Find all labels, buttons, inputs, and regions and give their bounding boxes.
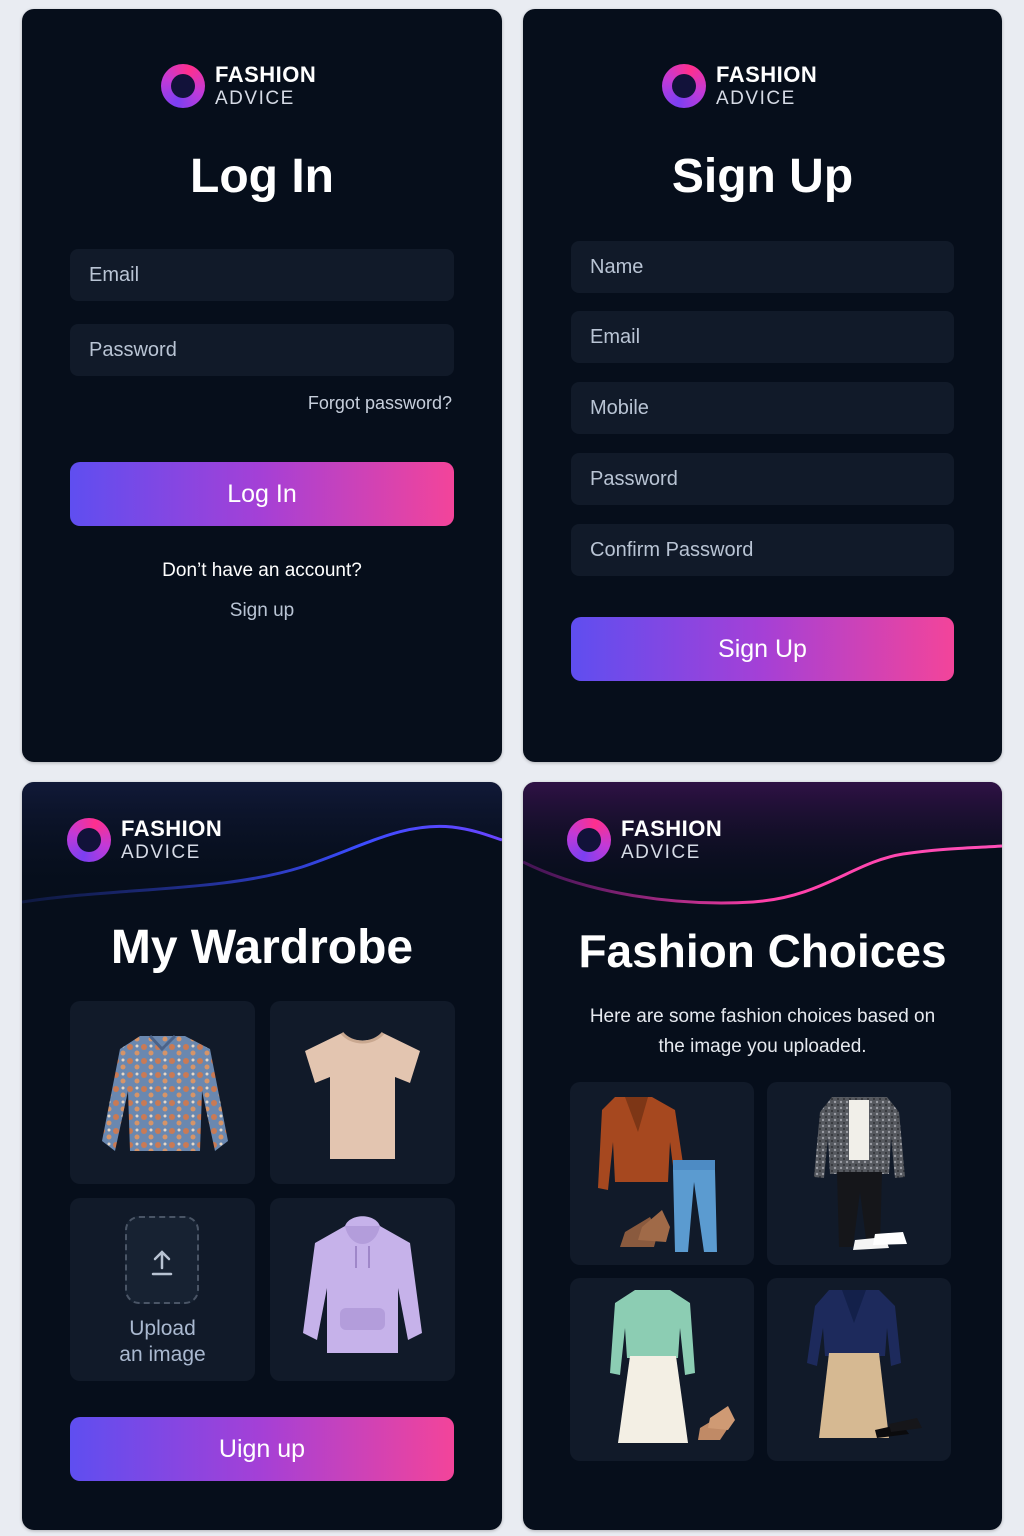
name-input[interactable]: Name	[571, 241, 954, 293]
beige-tshirt-image	[305, 1031, 420, 1159]
brand-line2: ADVICE	[716, 88, 796, 109]
fashion-choices-screen: FASHION ADVICE Fashion Choices Here are …	[523, 782, 1002, 1530]
choices-subtitle-line1: Here are some fashion choices based on	[589, 1006, 936, 1027]
logo-ring-icon	[161, 64, 205, 108]
choices-subtitle-line2: the image you uploaded.	[658, 1036, 867, 1057]
password-input[interactable]: Password	[571, 453, 954, 505]
password-input[interactable]: Password	[70, 324, 454, 376]
brand-line1: FASHION	[621, 816, 723, 841]
outfit-card-1[interactable]	[570, 1082, 754, 1265]
choices-title: Fashion Choices	[578, 925, 947, 977]
logo-ring-icon	[567, 818, 611, 862]
brand-line2: ADVICE	[215, 88, 295, 109]
floral-blouse-image	[102, 1034, 228, 1151]
brand-logo: FASHION ADVICE	[662, 64, 817, 108]
lavender-hoodie-image	[303, 1216, 422, 1353]
logo-ring-icon	[67, 818, 111, 862]
login-button[interactable]: Log In	[70, 462, 454, 526]
logo-ring-icon	[662, 64, 706, 108]
brand-line1: FASHION	[121, 816, 223, 841]
wardrobe-button[interactable]: Uign up	[70, 1417, 454, 1481]
upload-label-line1: Upload	[129, 1317, 196, 1340]
wardrobe-item-lavender-hoodie[interactable]	[270, 1198, 455, 1381]
signup-button[interactable]: Sign Up	[571, 617, 954, 681]
forgot-password-link[interactable]: Forgot password?	[308, 393, 452, 414]
brand-logo: FASHION ADVICE	[67, 818, 222, 862]
login-title: Log In	[190, 150, 334, 203]
brand-line2: ADVICE	[621, 842, 701, 863]
upload-icon-box	[125, 1216, 199, 1304]
signup-screen: FASHION ADVICE Sign Up Name Email Mobile…	[523, 9, 1002, 762]
brand-logo: FASHION ADVICE	[567, 818, 722, 862]
signup-link[interactable]: Sign up	[22, 600, 502, 622]
brand-line1: FASHION	[716, 62, 818, 87]
login-screen: FASHION ADVICE Log In Email Password For…	[22, 9, 502, 762]
wardrobe-title: My Wardrobe	[110, 921, 414, 974]
brand-logo: FASHION ADVICE	[161, 64, 316, 108]
wardrobe-screen: FASHION ADVICE My Wardrobe Upload an ima…	[22, 782, 502, 1530]
upload-icon	[151, 1250, 173, 1276]
confirm-password-input[interactable]: Confirm Password	[571, 524, 954, 576]
outfit-card-2[interactable]	[767, 1082, 951, 1265]
wardrobe-item-floral-blouse[interactable]	[70, 1001, 255, 1184]
outfit-mint-sweater-skirt	[610, 1290, 735, 1443]
email-input[interactable]: Email	[571, 311, 954, 363]
upload-label-line2: an image	[119, 1343, 206, 1366]
wardrobe-item-beige-tshirt[interactable]	[270, 1001, 455, 1184]
outfit-card-4[interactable]	[767, 1278, 951, 1461]
brand-line2: ADVICE	[121, 842, 201, 863]
no-account-text: Don’t have an account?	[162, 560, 362, 581]
email-input[interactable]: Email	[70, 249, 454, 301]
upload-image-tile[interactable]: Upload an image	[70, 1198, 255, 1381]
outfit-rust-jacket-jeans	[598, 1097, 717, 1252]
outfit-tweed-blazer-sneakers	[814, 1097, 907, 1250]
brand-line1: FASHION	[215, 62, 317, 87]
outfit-navy-blazer-skirt	[807, 1290, 922, 1438]
mobile-input[interactable]: Mobile	[571, 382, 954, 434]
outfit-card-3[interactable]	[570, 1278, 754, 1461]
signup-title: Sign Up	[671, 150, 854, 203]
